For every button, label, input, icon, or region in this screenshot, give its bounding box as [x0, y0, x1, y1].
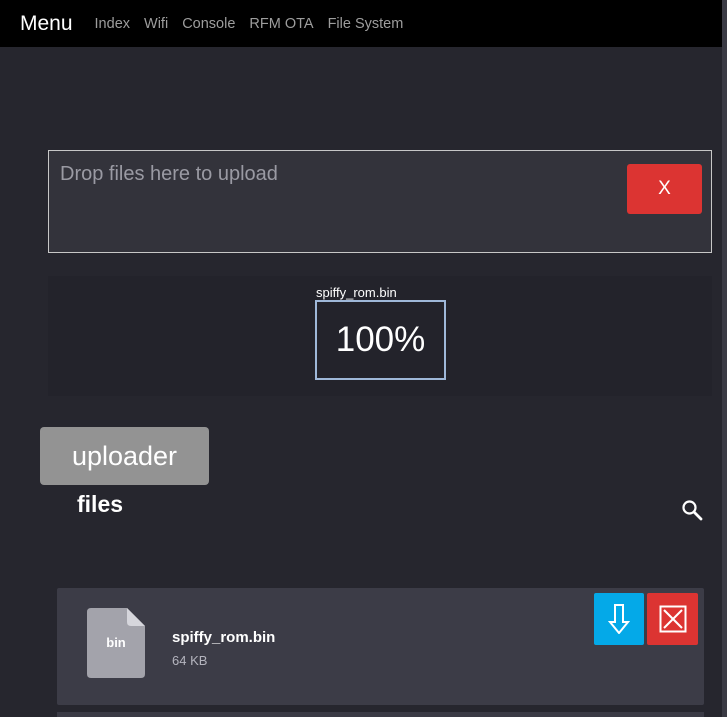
- file-name: spiffy_rom.bin: [172, 629, 276, 646]
- delete-button[interactable]: [647, 593, 698, 645]
- file-size: 64 KB: [172, 653, 208, 668]
- upload-file-name: spiffy_rom.bin: [316, 285, 397, 300]
- nav-link-rfm-ota[interactable]: RFM OTA: [249, 16, 313, 32]
- file-extension: bin: [106, 635, 126, 650]
- nav-link-wifi[interactable]: Wifi: [144, 16, 168, 32]
- nav-link-file-system[interactable]: File System: [328, 16, 404, 32]
- upload-progress-box: 100%: [315, 300, 446, 380]
- nav-link-index[interactable]: Index: [95, 16, 130, 32]
- file-dropzone[interactable]: Drop files here to upload X: [48, 150, 712, 253]
- page-scrollbar[interactable]: [722, 0, 727, 717]
- file-list-item[interactable]: bin spiffy_rom.bin 64 KB: [57, 588, 704, 705]
- file-icon: bin: [87, 608, 145, 678]
- uploader-button[interactable]: uploader: [40, 427, 209, 485]
- nav-link-console[interactable]: Console: [182, 16, 235, 32]
- dropzone-message: Drop files here to upload: [60, 163, 278, 185]
- download-button[interactable]: [594, 593, 644, 645]
- files-heading: files: [77, 491, 124, 517]
- top-navbar: Menu Index Wifi Console RFM OTA File Sys…: [0, 0, 722, 47]
- upload-progress-percent: 100%: [335, 320, 426, 359]
- download-arrow-icon: [608, 604, 630, 634]
- search-icon[interactable]: [681, 499, 703, 521]
- scrollbar-thumb[interactable]: [722, 0, 727, 717]
- menu-brand[interactable]: Menu: [20, 12, 73, 36]
- nav-links: Index Wifi Console RFM OTA File System: [95, 16, 418, 32]
- delete-x-icon: [659, 605, 686, 633]
- dropzone-close-button[interactable]: X: [627, 164, 702, 214]
- next-file-item-edge: [57, 712, 704, 717]
